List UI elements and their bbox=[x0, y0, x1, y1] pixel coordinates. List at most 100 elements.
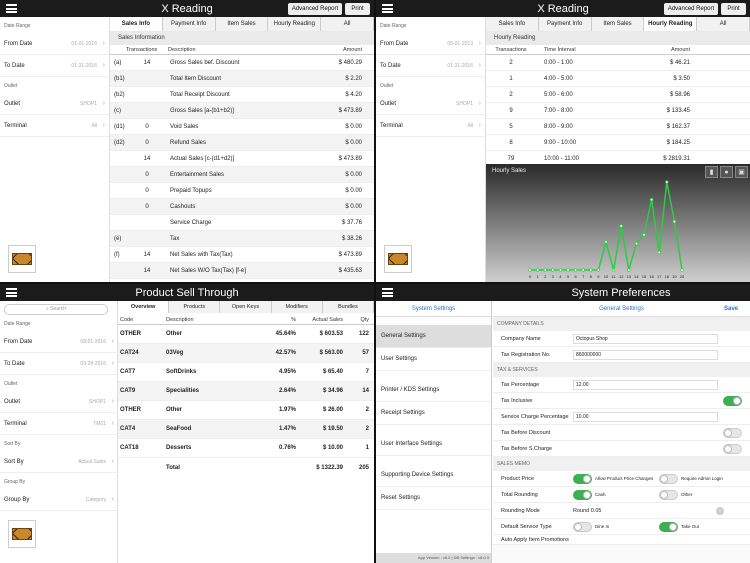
table-header: Transactions Time Interval Amount bbox=[486, 45, 750, 55]
company-details-section: COMPANY DETAILS bbox=[493, 317, 750, 331]
date-range-section-label: Date Range bbox=[4, 321, 31, 327]
row-code: (f) bbox=[114, 251, 120, 258]
menu-icon[interactable] bbox=[382, 288, 393, 297]
search-input[interactable]: ⌕ Search bbox=[4, 304, 108, 315]
row-amount: $ 473.89 bbox=[338, 155, 362, 162]
require-admin-toggle[interactable] bbox=[659, 473, 678, 484]
outlet-row[interactable]: Outlet SHOP1 › bbox=[376, 93, 485, 115]
menu-general-settings[interactable]: General Settings bbox=[376, 325, 491, 348]
chevron-right-icon: › bbox=[716, 506, 724, 515]
tab-modifiers[interactable]: Modifiers bbox=[271, 301, 323, 313]
tab-sales-info[interactable]: Sales Info bbox=[110, 17, 163, 31]
menu-printer-kds-settings[interactable]: Printer / KDS Settings bbox=[376, 379, 491, 402]
table-row: (a) 14 Gross Sales bef. Discount $ 480.29 bbox=[110, 55, 374, 71]
tab-all[interactable]: All bbox=[697, 17, 750, 31]
tab-products[interactable]: Products bbox=[169, 301, 221, 313]
tax-before-scharge-toggle[interactable] bbox=[723, 443, 742, 454]
from-date-row[interactable]: From Date 01-01-2016 › bbox=[0, 33, 109, 55]
tax-services-section: TAX & SERVICES bbox=[493, 363, 750, 377]
row-pct: 4.95% bbox=[278, 369, 296, 375]
chevron-right-icon: › bbox=[111, 458, 114, 465]
take-out-toggle[interactable] bbox=[659, 521, 678, 532]
row-qty: 2 bbox=[365, 407, 369, 413]
rounding-mode-row[interactable]: Rounding Mode Round 0.05 › bbox=[493, 503, 750, 519]
col-transactions: Transactions bbox=[126, 46, 158, 53]
tab-item-sales[interactable]: Item Sales bbox=[215, 17, 269, 31]
tab-hourly-reading[interactable]: Hourly Reading bbox=[644, 17, 698, 31]
email-button[interactable] bbox=[384, 245, 412, 273]
hourly-point bbox=[596, 268, 600, 272]
tab-bundles[interactable]: Bundles bbox=[322, 301, 374, 313]
table-header: Code Description % Actual Sales Qty bbox=[118, 315, 374, 325]
other-rounding-toggle[interactable] bbox=[659, 489, 678, 500]
row-code: CAT9 bbox=[120, 388, 136, 394]
company-name-field[interactable]: Octopus Shop bbox=[573, 333, 718, 344]
terminal-label: Terminal bbox=[4, 122, 27, 129]
table-row: 0 Prepaid Topups $ 0.00 bbox=[110, 183, 374, 199]
advanced-report-button[interactable]: Advanced Report bbox=[288, 3, 342, 15]
menu-user-interface-settings[interactable]: User Interface Settings bbox=[376, 433, 491, 456]
pst-tabs: Overview Products Open Keys Modifiers Bu… bbox=[118, 301, 374, 313]
chevron-right-icon: › bbox=[111, 360, 114, 367]
row-transactions: 2 bbox=[509, 91, 513, 98]
print-button[interactable]: Print bbox=[345, 3, 370, 15]
system-preferences-screen: System Preferences System Settings Gener… bbox=[376, 284, 750, 563]
tab-all[interactable]: All bbox=[321, 17, 374, 31]
tab-item-sales[interactable]: Item Sales bbox=[591, 17, 645, 31]
email-button[interactable] bbox=[8, 245, 36, 273]
row-qty: 1 bbox=[365, 445, 369, 451]
cash-rounding-toggle[interactable] bbox=[573, 489, 592, 500]
print-button[interactable]: Print bbox=[721, 3, 746, 15]
terminal-row[interactable]: Terminal TM01 › bbox=[0, 413, 118, 435]
menu-receipt-settings[interactable]: Receipt Settings bbox=[376, 402, 491, 425]
outlet-row[interactable]: Outlet SHOP1 › bbox=[0, 391, 118, 413]
tab-open-keys[interactable]: Open Keys bbox=[220, 301, 272, 313]
require-admin-label: Require Admin Login bbox=[681, 476, 723, 481]
from-date-row[interactable]: From Date 05-01-2013 › bbox=[376, 33, 485, 55]
advanced-report-button[interactable]: Advanced Report bbox=[664, 3, 718, 15]
to-date-label: To Date bbox=[4, 62, 25, 69]
row-description: Service Charge bbox=[170, 219, 212, 226]
app-screens-collage: X Reading Advanced Report Print Date Ran… bbox=[0, 0, 750, 563]
terminal-row[interactable]: Terminal All › bbox=[0, 115, 109, 137]
to-date-row[interactable]: To Date 03-28-2016 › bbox=[0, 353, 118, 375]
save-button[interactable]: Save bbox=[724, 301, 738, 317]
to-date-row[interactable]: To Date 01-31-2016 › bbox=[0, 55, 109, 77]
service-charge-label: Service Charge Percentage bbox=[501, 413, 569, 420]
row-code: CAT18 bbox=[120, 445, 139, 451]
outlet-row[interactable]: Outlet SHOP1 › bbox=[0, 93, 109, 115]
hourly-point bbox=[604, 240, 608, 244]
to-date-row[interactable]: To Date 01-31-2016 › bbox=[376, 55, 485, 77]
service-charge-field[interactable]: 10.00 bbox=[573, 411, 718, 422]
dine-in-toggle[interactable] bbox=[573, 521, 592, 532]
hourly-point bbox=[543, 268, 547, 272]
from-date-row[interactable]: From Date 08-01-2016 › bbox=[0, 331, 118, 353]
take-out-label: Take Out bbox=[681, 524, 700, 529]
tab-hourly-reading[interactable]: Hourly Reading bbox=[268, 17, 322, 31]
tab-overview[interactable]: Overview bbox=[118, 301, 170, 313]
table-row: 1 4:00 - 5:00 $ 3.50 bbox=[486, 71, 750, 87]
row-interval: 5:00 - 6:00 bbox=[544, 91, 573, 98]
tax-before-discount-toggle[interactable] bbox=[723, 427, 742, 438]
tab-payment-info[interactable]: Payment Info bbox=[538, 17, 592, 31]
x-tick-label: 10 bbox=[604, 274, 609, 279]
table-row: 14 Actual Sales [c-(d1+d2)] $ 473.89 bbox=[110, 151, 374, 167]
tax-inclusive-toggle[interactable] bbox=[723, 395, 742, 406]
terminal-row[interactable]: Terminal All › bbox=[376, 115, 485, 137]
row-actual-sales: $ 65.40 bbox=[322, 369, 343, 375]
tab-sales-info[interactable]: Sales Info bbox=[486, 17, 539, 31]
tab-payment-info[interactable]: Payment Info bbox=[162, 17, 216, 31]
menu-reset-settings[interactable]: Reset Settings bbox=[376, 487, 491, 510]
col-amount: Amount bbox=[671, 46, 690, 53]
menu-user-settings[interactable]: User Settings bbox=[376, 348, 491, 371]
menu-supporting-device-settings[interactable]: Supporting Device Settings bbox=[376, 464, 491, 487]
group-by-row[interactable]: Group By Category › bbox=[0, 489, 118, 511]
tax-percentage-field[interactable]: 12.00 bbox=[573, 379, 718, 390]
hourly-table-body: 2 0:00 - 1:00 $ 46.21 1 4:00 - 5:00 $ 3.50 2 5:… bbox=[486, 55, 750, 167]
allow-price-change-toggle[interactable] bbox=[573, 473, 592, 484]
sort-by-row[interactable]: Sort By Actual Sales › bbox=[0, 451, 118, 473]
tax-registration-field[interactable]: 860000000 bbox=[573, 349, 718, 360]
table-row: (d2) 0 Refund Sales $ 0.00 bbox=[110, 135, 374, 151]
email-button[interactable] bbox=[8, 520, 36, 548]
hourly-point bbox=[611, 268, 616, 272]
